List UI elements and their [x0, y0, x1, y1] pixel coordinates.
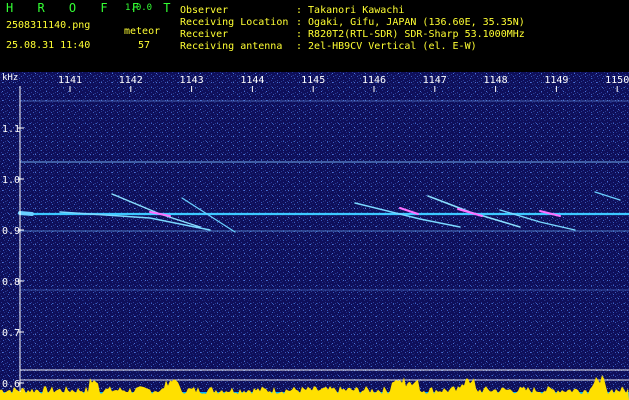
freq-label: 0.7: [2, 328, 20, 339]
info-label-location: Receiving Location: [180, 17, 289, 28]
time-label: 1144: [240, 75, 264, 86]
app-logo: H R O F F T: [6, 1, 179, 15]
freq-label: 0.9: [2, 226, 20, 237]
time-label: 1143: [180, 75, 204, 86]
meteor-count: 57: [138, 40, 151, 51]
filename: 2508311140.png: [6, 20, 91, 31]
info-value-receiver: : R820T2(RTL-SDR) SDR-Sharp 53.1000MHz: [296, 29, 525, 40]
unit-label: kHz: [2, 73, 19, 83]
info-label-observer: Observer: [180, 5, 229, 16]
time-label: 1145: [301, 75, 325, 86]
time-label: 1146: [362, 75, 386, 86]
info-value-location: : Ogaki, Gifu, JAPAN (136.60E, 35.35N): [296, 17, 525, 28]
time-label: 1147: [423, 75, 447, 86]
time-label: 1150: [605, 75, 629, 86]
meteor-label: meteor: [124, 26, 161, 37]
freq-label: 1.1: [2, 124, 20, 135]
info-label-receiver: Receiver: [180, 29, 229, 40]
time-label: 1149: [544, 75, 568, 86]
freq-label: 0.8: [2, 277, 20, 288]
time-label: 1148: [484, 75, 508, 86]
timestamp: 25.08.31 11:40: [6, 40, 91, 51]
freq-label: 1.0: [2, 175, 20, 186]
time-label: 1142: [119, 75, 143, 86]
spectrogram: 1141 1142 1143 1144 1145 1146 1147 1148 1149 1150…: [0, 72, 629, 400]
app-version: 1.0.0: [125, 3, 153, 13]
info-value-antenna: : 2el-HB9CV Vertical (el. E-W): [296, 41, 477, 52]
info-value-observer: : Takanori Kawachi: [296, 5, 405, 16]
freq-label: 0.6: [2, 379, 20, 390]
header-panel: H R O F F T 1.0.0 2508311140.png 25.08.3…: [0, 0, 629, 72]
info-label-antenna: Receiving antenna: [180, 41, 283, 52]
time-label: 1141: [58, 75, 82, 86]
